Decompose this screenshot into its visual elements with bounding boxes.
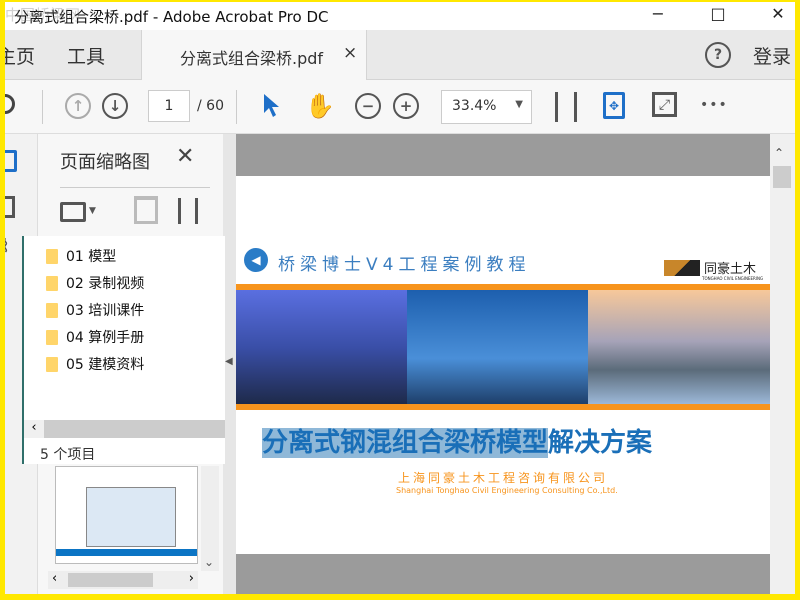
divider (236, 90, 237, 124)
main-title: 分离式钢混组合梁桥模型解决方案 (262, 422, 652, 459)
thumbnail-hscrollbar[interactable]: ‹ › (48, 571, 198, 589)
folder-hscrollbar[interactable]: ‹ (24, 420, 225, 438)
tab-tools[interactable]: 工具 (67, 42, 105, 69)
company-name-en: Shanghai Tonghao Civil Engineering Consu… (396, 486, 618, 495)
folder-label: 01 模型 (66, 249, 117, 265)
search-icon[interactable] (5, 94, 15, 114)
fit-page-icon[interactable]: ✥ (603, 92, 625, 119)
folder-icon (46, 248, 58, 264)
prev-page-icon[interactable]: ↑ (65, 93, 91, 119)
folder-label: 05 建模资料 (66, 357, 145, 373)
next-page-icon[interactable]: ↓ (102, 93, 128, 119)
close-button[interactable]: ✕ (755, 2, 795, 28)
company-name-cn: 上海同豪土木工程咨询有限公司 (398, 471, 609, 485)
zoom-select[interactable]: 33.4% ▼ (441, 90, 532, 124)
series-title: 桥梁博士V4工程案例教程 (278, 255, 531, 275)
tab-home[interactable]: 主页 (5, 42, 35, 69)
zoom-in-icon[interactable]: + (393, 93, 419, 119)
zoom-value: 33.4% (452, 98, 497, 114)
panel-close-icon[interactable]: ✕ (176, 144, 194, 169)
fit-width-icon[interactable] (555, 92, 577, 122)
folder-label: 04 算例手册 (66, 330, 145, 346)
selected-text[interactable]: 分离式钢混组合梁桥模型 (262, 428, 549, 458)
bridge-photo-3 (588, 290, 770, 404)
scroll-thumb (773, 166, 791, 188)
attachment-icon[interactable]: ⌇ (5, 236, 10, 257)
list-item[interactable]: 01 模型 (46, 245, 116, 267)
divider (42, 90, 43, 124)
folder-list-popup: 01 模型 02 录制视频 03 培训课件 04 算例手册 05 建模资料 ‹ … (22, 236, 225, 464)
tab-document[interactable]: 分离式组合梁桥.pdf × (141, 30, 367, 80)
scroll-up-icon: ⌃ (774, 146, 785, 160)
bridge-photo-2 (407, 290, 588, 404)
thumbnail-image (86, 487, 176, 547)
trash-icon[interactable] (134, 196, 158, 224)
watermark: 中国桥梁网 (5, 6, 81, 24)
logo-mark-icon (664, 260, 700, 276)
more-tools-icon[interactable]: ••• (700, 97, 728, 113)
maximize-button[interactable]: □ (695, 2, 741, 28)
folder-icon (46, 302, 58, 318)
pdf-page: ◀ 桥梁博士V4工程案例教程 同豪土木 TONGHAO CIVIL ENGINE… (236, 176, 770, 554)
tab-bar: 主页 工具 分离式组合梁桥.pdf × ? 登录 (5, 30, 795, 80)
document-view: ◀ 桥梁博士V4工程案例教程 同豪土木 TONGHAO CIVIL ENGINE… (236, 134, 770, 594)
company-logo: 同豪土木 TONGHAO CIVIL ENGINEERING (660, 256, 770, 284)
hand-tool-icon[interactable]: ✋ (305, 92, 335, 120)
options-icon[interactable] (60, 202, 86, 222)
list-item[interactable]: 02 录制视频 (46, 272, 144, 294)
document-vscrollbar[interactable]: ⌃ (770, 134, 795, 594)
logo-icon: ◀ (244, 248, 268, 272)
folder-label: 02 录制视频 (66, 276, 145, 292)
folder-icon (46, 356, 58, 372)
zoom-out-icon[interactable]: − (355, 93, 381, 119)
panel-title: 页面缩略图 (60, 152, 150, 173)
close-tab-icon[interactable]: × (343, 43, 357, 63)
thumbnail-bar (56, 549, 197, 556)
chevron-down-icon[interactable]: ▼ (89, 206, 96, 216)
thumbnail-vscrollbar[interactable]: ⌄ (201, 466, 219, 571)
logo-subtext: TONGHAO CIVIL ENGINEERING (702, 276, 764, 281)
help-icon[interactable]: ? (705, 42, 731, 68)
page-number-input[interactable]: 1 (148, 90, 190, 122)
page-thumbnail[interactable] (55, 466, 198, 564)
page-thumbnails-icon[interactable] (5, 150, 17, 172)
bridge-photo-1 (236, 290, 407, 404)
page-total: / 60 (197, 98, 224, 114)
folder-icon (46, 329, 58, 345)
minimize-button[interactable]: − (635, 2, 681, 28)
bookmark-icon[interactable] (5, 196, 15, 218)
divider (60, 187, 210, 188)
fullscreen-icon[interactable]: ⤢ (652, 92, 677, 117)
list-item[interactable]: 05 建模资料 (46, 353, 144, 375)
folder-label: 03 培训课件 (66, 303, 145, 319)
login-button[interactable]: 登录 (753, 42, 791, 69)
item-count: 5 个项目 (40, 447, 96, 463)
logo-text: 同豪土木 (704, 262, 757, 277)
folder-icon (46, 275, 58, 291)
title-bar: 分离式组合梁桥.pdf - Adobe Acrobat Pro DC 中国桥梁网… (5, 2, 795, 30)
toolbar: ↑ ↓ 1 / 60 ✋ − + 33.4% ▼ ✥ ⤢ ••• (5, 80, 795, 134)
insert-page-icon[interactable] (178, 198, 198, 224)
acrobat-window: 分离式组合梁桥.pdf - Adobe Acrobat Pro DC 中国桥梁网… (5, 2, 795, 594)
list-item[interactable]: 03 培训课件 (46, 299, 144, 321)
document-tab-label: 分离式组合梁桥.pdf (180, 49, 324, 68)
orange-band (236, 404, 770, 410)
select-tool-icon[interactable] (262, 93, 280, 119)
title-rest: 解决方案 (548, 428, 653, 458)
list-item[interactable]: 04 算例手册 (46, 326, 144, 348)
